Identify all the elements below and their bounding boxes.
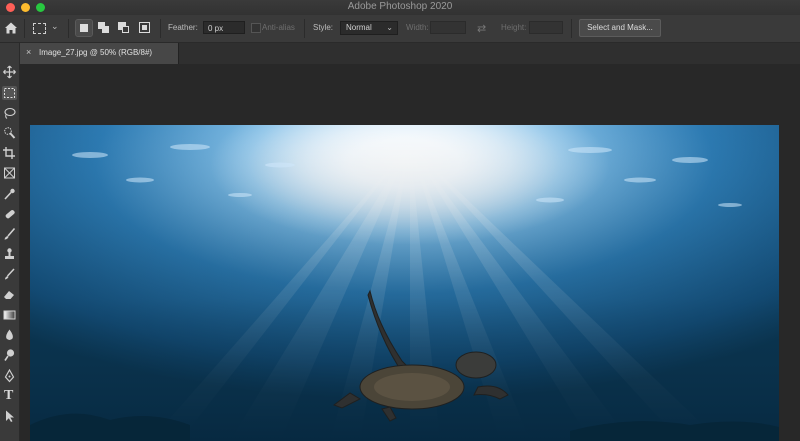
quick-selection-tool-icon[interactable]	[2, 126, 17, 140]
feather-input[interactable]: 0 px	[203, 21, 245, 34]
history-brush-tool-icon[interactable]	[2, 267, 17, 281]
document-tab[interactable]: × Image_27.jpg @ 50% (RGB/8#)	[20, 43, 179, 64]
brush-tool-icon[interactable]	[2, 227, 17, 241]
document-tab-title: Image_27.jpg @ 50% (RGB/8#)	[39, 48, 153, 57]
blur-tool-icon[interactable]	[2, 328, 17, 342]
path-selection-tool-icon[interactable]	[2, 409, 17, 423]
eraser-tool-icon[interactable]	[2, 287, 17, 301]
anti-alias-checkbox[interactable]	[251, 23, 261, 33]
move-tool-icon[interactable]	[2, 65, 17, 79]
options-bar: ⌄ Feather: 0 px Anti-alias Style: Normal…	[0, 15, 800, 43]
type-tool-icon[interactable]: T	[2, 388, 17, 403]
gradient-tool-icon[interactable]	[2, 308, 17, 322]
app-title: Adobe Photoshop 2020	[347, 1, 453, 12]
home-icon[interactable]	[2, 19, 20, 37]
separator	[68, 19, 69, 38]
separator	[24, 19, 25, 38]
tools-panel: T	[0, 43, 20, 441]
intersect-with-selection-button[interactable]	[137, 20, 153, 36]
chevron-down-icon: ⌄	[51, 21, 59, 31]
add-to-selection-button[interactable]	[96, 20, 112, 36]
new-selection-button[interactable]	[75, 19, 93, 37]
height-input[interactable]	[529, 21, 563, 34]
crop-tool-icon[interactable]	[2, 146, 17, 160]
tool-preset-picker[interactable]: ⌄	[30, 20, 60, 37]
width-input[interactable]	[430, 21, 466, 34]
document-image[interactable]	[30, 125, 779, 441]
dodge-tool-icon[interactable]	[2, 348, 17, 362]
marquee-preset-icon	[33, 23, 46, 34]
frame-tool-icon[interactable]	[2, 166, 17, 180]
style-select[interactable]: Normal ⌄	[340, 21, 398, 35]
title-bar: Adobe Photoshop 2020	[0, 0, 800, 15]
pen-tool-icon[interactable]	[2, 369, 17, 383]
rectangular-marquee-tool-icon[interactable]	[2, 86, 17, 100]
width-label: Width:	[406, 23, 429, 32]
close-icon[interactable]: ×	[26, 47, 31, 57]
separator	[160, 19, 161, 38]
style-select-value: Normal	[346, 23, 372, 32]
swap-width-height-icon[interactable]: ⇄	[477, 22, 486, 35]
eyedropper-tool-icon[interactable]	[2, 187, 17, 201]
select-and-mask-button[interactable]: Select and Mask...	[579, 19, 661, 37]
healing-brush-tool-icon[interactable]	[2, 207, 17, 221]
chevron-down-icon: ⌄	[386, 23, 393, 32]
lasso-tool-icon[interactable]	[2, 106, 17, 120]
separator	[571, 19, 572, 38]
style-label: Style:	[313, 23, 334, 32]
height-label: Height:	[501, 23, 527, 32]
feather-label: Feather:	[168, 23, 198, 32]
separator	[304, 19, 305, 38]
type-tool-glyph: T	[4, 388, 14, 403]
anti-alias-label: Anti-alias	[262, 23, 295, 32]
subtract-from-selection-button[interactable]	[116, 20, 132, 36]
document-tab-bar: × Image_27.jpg @ 50% (RGB/8#)	[20, 43, 800, 64]
clone-stamp-tool-icon[interactable]	[2, 247, 17, 261]
